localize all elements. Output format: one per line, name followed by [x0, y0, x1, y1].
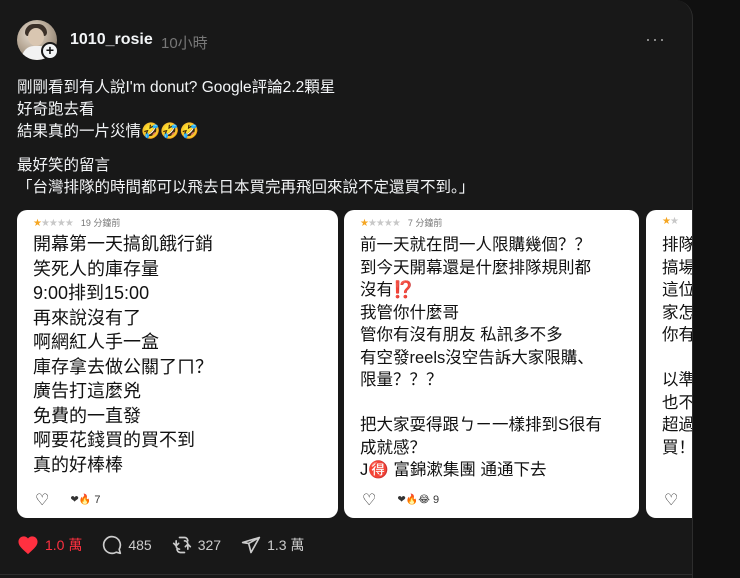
- review-time: 7 分鐘前: [407, 218, 443, 228]
- review-screenshot[interactable]: ★★★★★ 19 分鐘前 開幕第一天搞飢餓行銷 笑死人的庫存量 9:00排到15:…: [17, 210, 338, 518]
- heart-outline-icon: ♡: [35, 492, 50, 509]
- post-line: 最好笑的留言: [17, 157, 111, 174]
- review-footer: ♡ ❤🔥😂 9: [362, 490, 439, 510]
- divider: [0, 574, 692, 575]
- comment-button[interactable]: 485: [102, 535, 152, 555]
- share-button[interactable]: 1.3 萬: [241, 535, 304, 555]
- reaction-count: 7: [94, 493, 101, 506]
- image-carousel[interactable]: ★★★★★ 19 分鐘前 開幕第一天搞飢餓行銷 笑死人的庫存量 9:00排到15:…: [17, 210, 693, 518]
- heart-outline-icon: ♡: [664, 492, 679, 509]
- review-time: 19 分鐘前: [80, 218, 121, 228]
- post-line: 結果真的一片災情🤣🤣🤣: [17, 123, 199, 140]
- like-count: 1.0 萬: [45, 537, 83, 553]
- review-text: 排隊 搞場 這位 家怎 你有 以準 也不 超過 買！: [662, 236, 693, 457]
- comment-icon: [102, 535, 122, 555]
- heart-filled-icon: [17, 535, 39, 555]
- post-line: 剛剛看到有人說I'm donut? Google評論2.2顆星: [17, 79, 336, 96]
- more-options-icon[interactable]: ···: [645, 30, 665, 50]
- post-line: 好奇跑去看: [17, 101, 95, 118]
- review-footer: ♡: [664, 490, 692, 510]
- heart-outline-icon: ♡: [362, 492, 377, 509]
- reaction-icons: ❤🔥😂: [397, 494, 430, 506]
- comment-count: 485: [128, 537, 152, 553]
- reaction-icons: ❤🔥: [70, 494, 92, 506]
- repost-icon: [172, 535, 192, 555]
- post-timestamp: 10小時: [161, 35, 208, 52]
- post-body: 剛剛看到有人說I'm donut? Google評論2.2顆星 好奇跑去看 結果…: [17, 77, 677, 199]
- like-button[interactable]: 1.0 萬: [17, 535, 82, 555]
- share-count: 1.3 萬: [267, 537, 305, 553]
- repost-button[interactable]: 327: [172, 535, 221, 555]
- repost-count: 327: [197, 537, 222, 553]
- review-text: 前一天就在問一人限購幾個？？ 到今天開幕還是什麼排隊規則都 沒有⁉️ 我管你什麼…: [360, 236, 603, 479]
- follow-plus-icon[interactable]: +: [41, 42, 59, 60]
- reaction-count: 9: [432, 493, 440, 506]
- star-rating: ★★★★★ 19 分鐘前: [33, 218, 121, 229]
- review-footer: ♡ ❤🔥 7: [35, 490, 100, 510]
- thread-post: + 1010_rosie 10小時 ··· 剛剛看到有人說I'm donut? …: [0, 0, 693, 578]
- username[interactable]: 1010_rosie: [70, 31, 153, 49]
- review-screenshot[interactable]: ★★★★★ 7 分鐘前 前一天就在問一人限購幾個？？ 到今天開幕還是什麼排隊規則都…: [344, 210, 639, 518]
- post-actions: 1.0 萬 485 327 1.3 萬: [17, 532, 324, 558]
- review-screenshot[interactable]: ★★ 排隊 搞場 這位 家怎 你有 以準 也不 超過 買！ ♡: [646, 210, 693, 518]
- send-icon: [241, 535, 261, 555]
- star-rating: ★★★★★ 7 分鐘前: [360, 218, 443, 229]
- review-text: 開幕第一天搞飢餓行銷 笑死人的庫存量 9:00排到15:00 再來說沒有了 啊網…: [33, 234, 213, 475]
- star-rating: ★★: [662, 216, 679, 227]
- post-line: 「台灣排隊的時間都可以飛去日本買完再飛回來說不定還買不到。」: [17, 179, 475, 196]
- page-background: [694, 0, 740, 578]
